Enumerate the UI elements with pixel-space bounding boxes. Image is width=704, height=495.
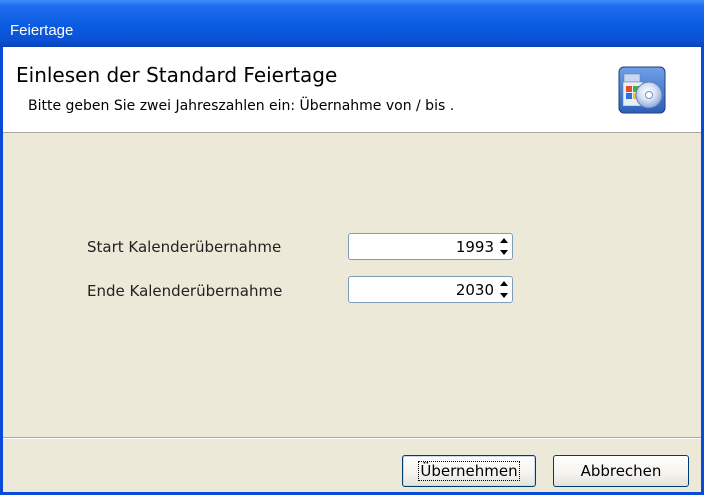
ok-button-label: Übernehmen: [418, 461, 520, 481]
page-subtitle: Bitte geben Sie zwei Jahreszahlen ein: Ü…: [28, 98, 455, 114]
title-bar[interactable]: Feiertage: [0, 0, 704, 47]
start-year-spinner[interactable]: 1993: [348, 233, 513, 260]
cancel-button[interactable]: Abbrechen: [553, 455, 689, 487]
start-year-label: Start Kalenderübernahme: [87, 238, 282, 256]
page-title: Einlesen der Standard Feiertage: [16, 63, 338, 87]
cancel-button-label: Abbrechen: [580, 462, 662, 480]
start-year-value[interactable]: 1993: [456, 238, 494, 256]
dialog-window: Feiertage Einlesen der Standard Feiertag…: [0, 0, 704, 495]
software-install-icon: [618, 66, 666, 114]
arrow-down-icon[interactable]: [498, 247, 510, 258]
end-year-label: Ende Kalenderübernahme: [87, 282, 283, 300]
ok-button[interactable]: Übernehmen: [402, 455, 536, 487]
end-year-spinner[interactable]: 2030: [348, 276, 513, 303]
window-title: Feiertage: [10, 22, 74, 39]
arrow-down-icon[interactable]: [498, 290, 510, 301]
arrow-up-icon[interactable]: [498, 235, 510, 246]
end-year-stepper[interactable]: [498, 278, 510, 301]
footer-divider: [3, 437, 701, 439]
end-year-value[interactable]: 2030: [456, 281, 494, 299]
start-year-stepper[interactable]: [498, 235, 510, 258]
arrow-up-icon[interactable]: [498, 278, 510, 289]
dialog-header: Einlesen der Standard Feiertage Bitte ge…: [3, 47, 701, 133]
